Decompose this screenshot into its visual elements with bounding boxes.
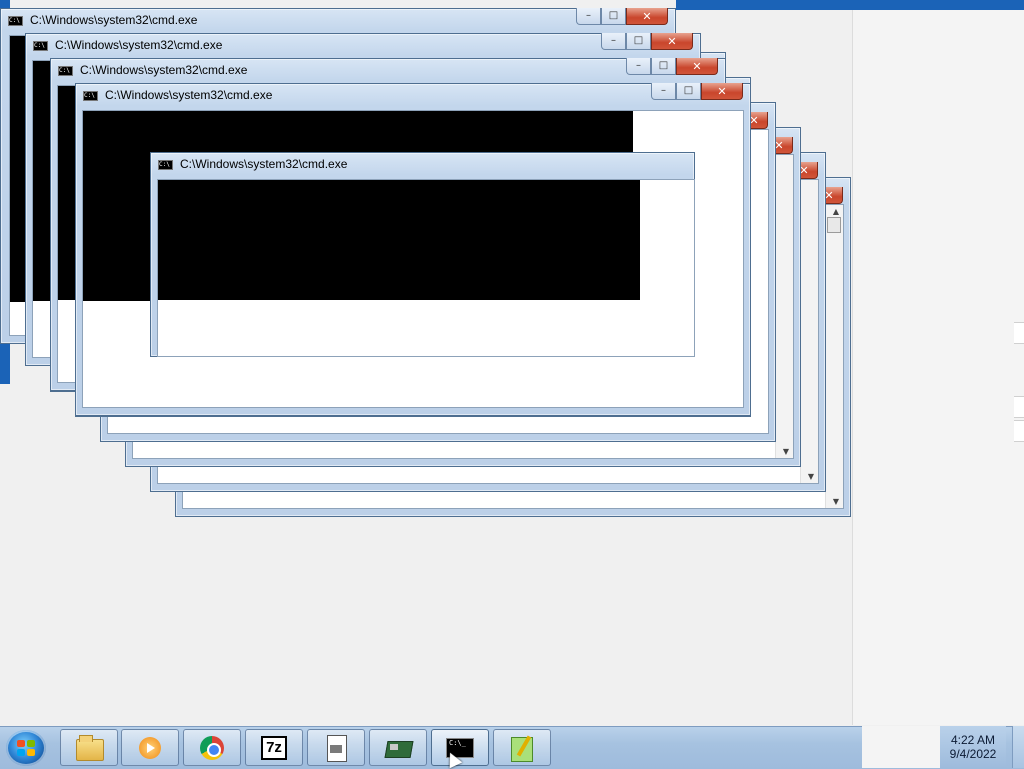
window-title: C:\Windows\system32\cmd.exe	[55, 38, 223, 52]
start-button[interactable]	[6, 730, 46, 766]
cmd-icon: C:\	[33, 41, 48, 51]
window-title: C:\Windows\system32\cmd.exe	[80, 63, 248, 77]
maximize-button[interactable]: □	[601, 8, 626, 25]
document-icon	[322, 734, 350, 762]
minimize-button[interactable]: –	[601, 33, 626, 50]
taskbar-network-card[interactable]	[369, 729, 427, 766]
scroll-down-arrow-icon[interactable]: ▼	[833, 497, 839, 506]
background-strip	[1014, 322, 1024, 344]
close-button[interactable]: ✕	[676, 58, 718, 75]
maximize-button[interactable]: □	[676, 83, 701, 100]
scrollbar[interactable]: ▲ ▼	[825, 205, 843, 508]
cmd-icon: C:\	[58, 66, 73, 76]
window-title: C:\Windows\system32\cmd.exe	[180, 157, 348, 171]
window-title: C:\Windows\system32\cmd.exe	[105, 88, 273, 102]
minimize-button[interactable]: –	[576, 8, 601, 25]
close-button[interactable]: ✕	[651, 33, 693, 50]
scroll-down-arrow-icon[interactable]: ▼	[808, 472, 814, 481]
cmd-icon: C:\	[8, 16, 23, 26]
taskbar-notepad-plus-plus[interactable]	[493, 729, 551, 766]
scrollbar[interactable]: ▼	[775, 155, 793, 458]
scroll-thumb[interactable]	[827, 217, 841, 233]
maximize-button[interactable]: □	[651, 58, 676, 75]
clock-date: 9/4/2022	[949, 747, 997, 761]
taskbar-clock[interactable]: 4:22 AM 9/4/2022	[940, 726, 1006, 768]
minimize-button[interactable]: –	[651, 83, 676, 100]
cmd-icon: C:\	[83, 91, 98, 101]
window-titlebar[interactable]: C:\ C:\Windows\system32\cmd.exe – □ ✕	[25, 33, 701, 59]
cmd-window[interactable]: C:\ C:\Windows\system32\cmd.exe	[150, 152, 695, 357]
minimize-button[interactable]: –	[626, 58, 651, 75]
background-strip	[1014, 396, 1024, 418]
scrollbar[interactable]: ▼	[800, 180, 818, 483]
media-player-icon	[136, 735, 164, 761]
windows-logo-icon	[17, 740, 35, 756]
window-titlebar[interactable]: C:\ C:\Windows\system32\cmd.exe – □ ✕	[0, 8, 676, 34]
window-titlebar[interactable]: C:\ C:\Windows\system32\cmd.exe – □ ✕	[75, 83, 751, 109]
taskbar-chrome[interactable]	[183, 729, 241, 766]
close-button[interactable]: ✕	[626, 8, 668, 25]
cmd-icon: C:\	[158, 160, 173, 170]
network-card-icon	[384, 735, 414, 761]
7zip-icon: 7z	[260, 735, 288, 761]
background-strip	[1014, 420, 1024, 442]
notepad-plus-plus-icon	[508, 734, 536, 762]
background-window-area	[852, 10, 1024, 725]
taskbar-7zip[interactable]: 7z	[245, 729, 303, 766]
chrome-icon	[198, 735, 226, 761]
taskbar-file-explorer[interactable]	[60, 729, 118, 766]
taskbar-media-player[interactable]	[121, 729, 179, 766]
taskbar-document[interactable]	[307, 729, 365, 766]
show-desktop-button[interactable]	[1012, 726, 1024, 768]
scroll-down-arrow-icon[interactable]: ▼	[783, 447, 789, 456]
notification-area	[862, 726, 940, 768]
window-titlebar[interactable]: C:\ C:\Windows\system32\cmd.exe	[150, 152, 695, 178]
file-explorer-icon	[75, 734, 104, 761]
console-output[interactable]	[158, 180, 640, 300]
scroll-up-arrow-icon[interactable]: ▲	[833, 207, 839, 216]
maximize-button[interactable]: □	[626, 33, 651, 50]
desktop-background-top	[676, 0, 1024, 10]
clock-time: 4:22 AM	[950, 733, 996, 747]
window-title: C:\Windows\system32\cmd.exe	[30, 13, 198, 27]
window-titlebar[interactable]: C:\ C:\Windows\system32\cmd.exe – □ ✕	[50, 58, 726, 84]
close-button[interactable]: ✕	[701, 83, 743, 100]
